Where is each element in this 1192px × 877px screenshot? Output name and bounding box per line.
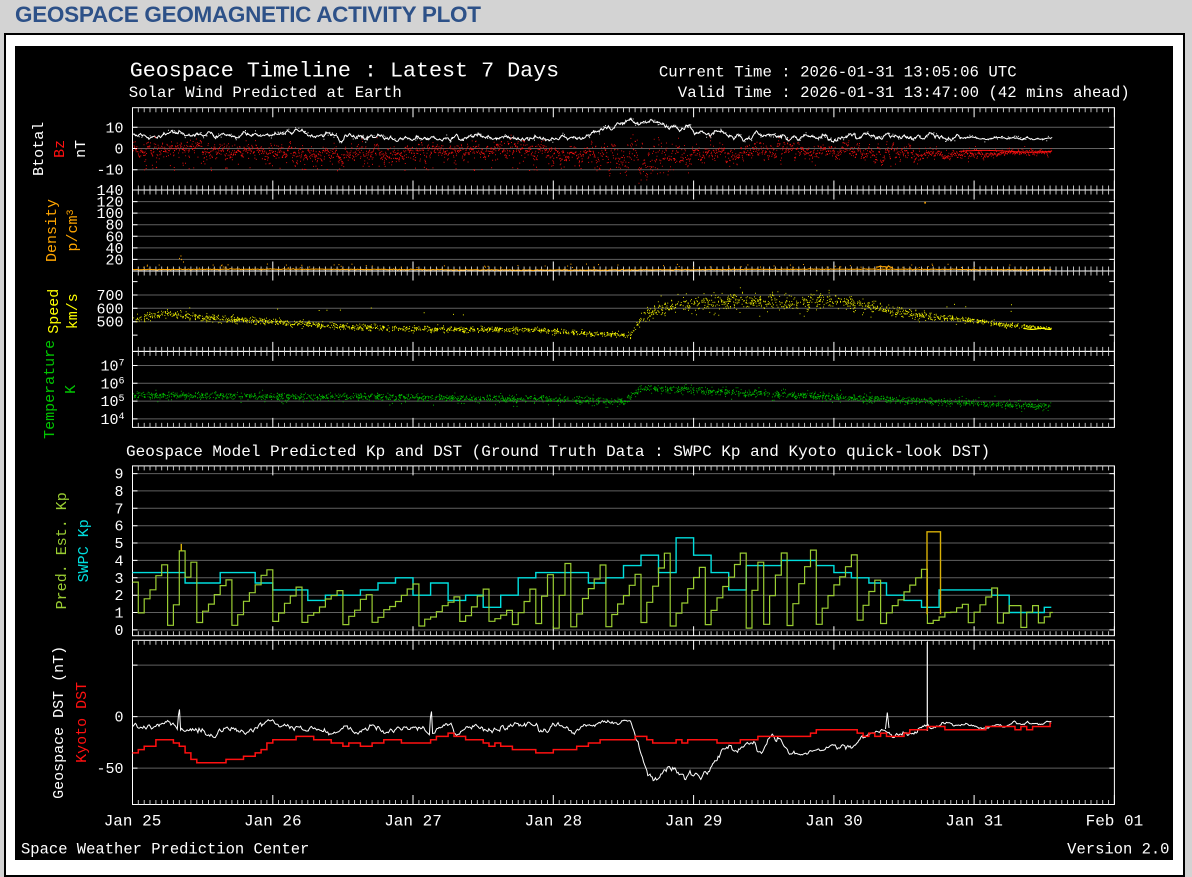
svg-text:Pred. Est. Kp: Pred. Est. Kp (54, 492, 71, 609)
svg-text:Current Time : 2026-01-31 13:0: Current Time : 2026-01-31 13:05:06 UTC (659, 64, 1017, 82)
svg-text:3: 3 (114, 571, 123, 588)
svg-text:Jan 25: Jan 25 (104, 813, 162, 831)
svg-text:Jan 31: Jan 31 (945, 813, 1003, 831)
svg-text:10: 10 (105, 120, 123, 137)
svg-text:Speed: Speed (46, 289, 63, 334)
svg-text:0: 0 (114, 710, 123, 727)
svg-text:4: 4 (114, 553, 123, 570)
svg-text:K: K (63, 385, 80, 394)
svg-text:0: 0 (114, 142, 123, 159)
svg-text:0: 0 (114, 623, 123, 640)
svg-text:Kyoto DST: Kyoto DST (74, 682, 91, 763)
svg-text:nT: nT (73, 140, 90, 158)
svg-text:Solar Wind Predicted at Earth: Solar Wind Predicted at Earth (129, 84, 402, 102)
svg-text:Btotal: Btotal (31, 122, 48, 176)
svg-text:Jan 27: Jan 27 (384, 813, 442, 831)
svg-text:-50: -50 (96, 761, 123, 778)
svg-text:Jan 26: Jan 26 (244, 813, 302, 831)
svg-text:SWPC Kp: SWPC Kp (76, 519, 93, 582)
svg-text:-10: -10 (96, 163, 123, 180)
svg-text:Space Weather Prediction Cente: Space Weather Prediction Center (21, 841, 309, 859)
svg-text:Jan 28: Jan 28 (524, 813, 582, 831)
svg-text:1: 1 (114, 606, 123, 623)
svg-text:6: 6 (114, 519, 123, 536)
svg-text:Geospace DST (nT): Geospace DST (nT) (51, 646, 68, 799)
svg-text:p/cm3: p/cm3 (65, 209, 82, 251)
svg-text:Density: Density (44, 199, 61, 262)
svg-text:Feb 01: Feb 01 (1086, 813, 1144, 831)
svg-text:2: 2 (114, 588, 123, 605)
svg-text:Jan 30: Jan 30 (805, 813, 863, 831)
svg-text:Geospace Model Predicted Kp an: Geospace Model Predicted Kp and DST (Gro… (126, 443, 990, 461)
svg-text:Temperature: Temperature (42, 340, 59, 439)
svg-text:Bz: Bz (52, 140, 69, 158)
svg-text:7: 7 (114, 501, 123, 518)
svg-text:Valid Time : 2026-01-31 13:47:: Valid Time : 2026-01-31 13:47:00 (42 min… (678, 84, 1130, 102)
svg-text:Version 2.0: Version 2.0 (1067, 841, 1169, 859)
svg-text:500: 500 (96, 315, 123, 332)
svg-text:8: 8 (114, 484, 123, 501)
svg-text:9: 9 (114, 467, 123, 484)
svg-text:20: 20 (105, 252, 123, 269)
svg-text:Jan 29: Jan 29 (665, 813, 723, 831)
svg-text:km/s: km/s (65, 293, 82, 329)
svg-text:Geospace Timeline : Latest 7 D: Geospace Timeline : Latest 7 Days (130, 59, 559, 84)
svg-text:5: 5 (114, 536, 123, 553)
